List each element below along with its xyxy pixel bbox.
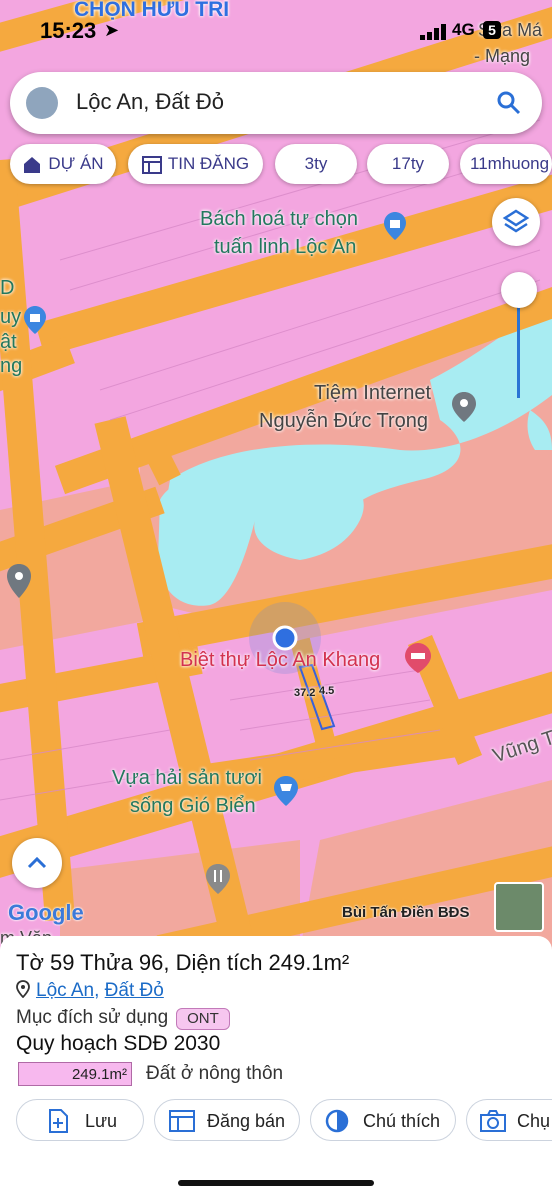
parcel-title: Tờ 59 Thửa 96, Diện tích 249.1m² xyxy=(16,950,350,975)
legend-label: Chú thích xyxy=(363,1111,441,1131)
chip-du-an[interactable]: DỰ ÁN xyxy=(10,144,116,184)
chip-label: TIN ĐĂNG xyxy=(167,154,250,173)
map-label-left-d: D xyxy=(0,277,15,299)
location-separator: , xyxy=(94,980,105,1001)
map-view[interactable]: CHỌN HƯU TRÍ Sửa Má - Mạng Bách hoá tự c… xyxy=(0,0,552,950)
poi-vua-label-1[interactable]: Vựa hải sản tươi xyxy=(112,766,262,790)
listing-icon xyxy=(169,1110,195,1132)
listing-icon xyxy=(141,155,162,174)
plan-title: Quy hoạch SDĐ 2030 xyxy=(16,1032,221,1055)
capture-button[interactable]: Chụ xyxy=(466,1099,552,1141)
network-type: 4G xyxy=(452,20,475,39)
layers-icon xyxy=(502,209,530,233)
search-icon[interactable] xyxy=(496,90,522,116)
parcel-dim-width: 4.5 xyxy=(319,685,335,697)
search-query[interactable]: Lộc An, Đất Đỏ xyxy=(76,89,224,115)
poi-bachhoa-label-1[interactable]: Bách hoá tự chọn xyxy=(200,207,358,231)
chip-tin-dang[interactable]: TIN ĐĂNG xyxy=(128,144,263,184)
map-canvas[interactable] xyxy=(0,0,552,950)
status-bar: 15:23 ➤ 4G 5 xyxy=(0,0,552,60)
status-time: 15:23 xyxy=(40,18,97,43)
legend-button[interactable]: Chú thích xyxy=(310,1099,456,1141)
poi-bachhoa-label-2[interactable]: tuấn linh Lộc An xyxy=(214,235,356,259)
save-button-label: Lưu xyxy=(85,1111,118,1131)
shopping-pin-icon[interactable] xyxy=(24,306,46,334)
parcel-location: Lộc An, Đất Đỏ xyxy=(16,980,164,1002)
purpose-label: Mục đích sử dụng xyxy=(16,1007,169,1028)
layers-button[interactable] xyxy=(492,198,540,246)
post-for-sale-label: Đăng bán xyxy=(207,1111,286,1131)
place-pin-icon[interactable] xyxy=(452,392,476,422)
restaurant-pin-icon[interactable] xyxy=(206,864,230,894)
chip-label: 17ty xyxy=(391,154,425,173)
google-logo: Google xyxy=(8,900,84,925)
chip-label: DỰ ÁN xyxy=(48,154,104,173)
purpose-code-badge: ONT xyxy=(176,1008,230,1030)
house-icon xyxy=(24,156,41,173)
plan-area-swatch: 249.1m² xyxy=(18,1062,132,1086)
capture-label: Chụ xyxy=(517,1111,551,1131)
map-label-left-uy: uy xyxy=(0,306,22,328)
legend-icon xyxy=(325,1109,349,1133)
photo-thumbnail[interactable] xyxy=(494,882,544,932)
poi-internet-label-1[interactable]: Tiệm Internet xyxy=(314,381,431,405)
save-button[interactable]: Lưu xyxy=(16,1099,144,1141)
poi-bietthu-label[interactable]: Biệt thự Lộc An Khang xyxy=(180,648,380,672)
home-indicator xyxy=(178,1180,374,1186)
chip-label: 11mhuong xyxy=(470,154,550,173)
map-label-left-ng: ng xyxy=(0,355,23,377)
search-bar[interactable]: Lộc An, Đất Đỏ xyxy=(10,72,542,134)
shopping-cart-pin-icon[interactable] xyxy=(274,776,298,806)
save-icon xyxy=(49,1109,68,1133)
map-label-left-at: ật xyxy=(0,331,17,353)
post-for-sale-button[interactable]: Đăng bán xyxy=(154,1099,300,1141)
expand-button[interactable] xyxy=(12,838,62,888)
chip-label: 3ty xyxy=(304,154,328,173)
avatar[interactable] xyxy=(26,87,58,119)
chip-17ty[interactable]: 17ty xyxy=(367,144,449,184)
commune-link[interactable]: Lộc An xyxy=(36,980,94,1001)
camera-icon xyxy=(480,1110,506,1132)
location-pin-icon xyxy=(16,980,30,999)
chip-3ty[interactable]: 3ty xyxy=(275,144,357,184)
poi-internet-label-2[interactable]: Nguyễn Đức Trọng xyxy=(259,409,428,433)
land-use-purpose: Mục đích sử dụng ONT xyxy=(16,1007,230,1030)
location-arrow-icon: ➤ xyxy=(104,20,120,40)
credit-label: Bùi Tấn Điền BĐS xyxy=(342,904,470,921)
shopping-pin-icon[interactable] xyxy=(384,212,406,240)
cell-signal-icon xyxy=(420,24,446,40)
chip-11mhuong[interactable]: 11mhuong xyxy=(460,144,552,184)
district-link[interactable]: Đất Đỏ xyxy=(105,980,164,1001)
battery-icon: 5 xyxy=(483,21,501,39)
plan-landtype: Đất ở nông thôn xyxy=(146,1063,284,1084)
parcel-dim-length: 37.2 xyxy=(294,687,316,699)
opacity-slider-handle[interactable] xyxy=(501,272,537,308)
place-pin-icon[interactable] xyxy=(7,564,31,598)
poi-vua-label-2[interactable]: sống Gió Biển xyxy=(130,794,256,818)
chevron-up-icon xyxy=(27,856,47,869)
hotel-pin-icon[interactable] xyxy=(405,643,431,673)
parcel-info-sheet: Tờ 59 Thửa 96, Diện tích 249.1m² Lộc An,… xyxy=(0,936,552,1195)
